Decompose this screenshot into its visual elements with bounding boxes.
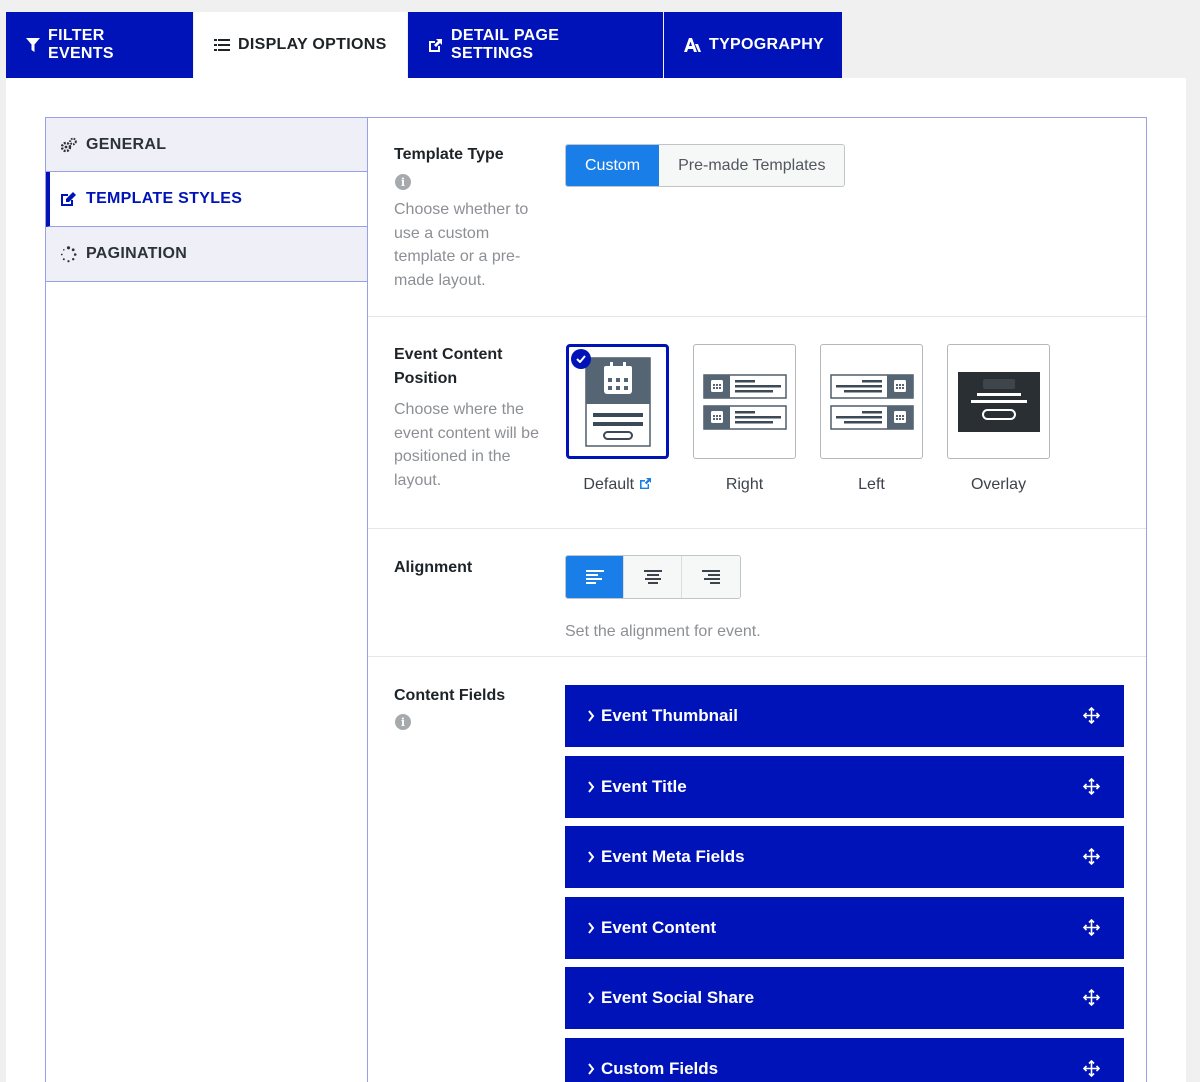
- tab-label: DETAIL PAGE SETTINGS: [451, 27, 560, 62]
- check-icon: [571, 349, 591, 369]
- tab-label: DISPLAY OPTIONS: [238, 36, 387, 53]
- tab-typography[interactable]: TYPOGRAPHY: [664, 12, 842, 78]
- move-icon[interactable]: [1082, 777, 1101, 800]
- info-icon[interactable]: i: [395, 714, 411, 730]
- template-type-description: Choose whether to use a custom template …: [394, 201, 529, 289]
- move-icon[interactable]: [1082, 988, 1101, 1011]
- position-left-preview[interactable]: [820, 344, 923, 459]
- content-position-row: Event Content Position Choose where the …: [368, 317, 1146, 529]
- tab-display-options[interactable]: DISPLAY OPTIONS: [194, 12, 407, 78]
- align-left-icon: [585, 570, 604, 584]
- subnav-item-general[interactable]: GENERAL: [46, 117, 368, 172]
- field-label: Event Social Share: [601, 988, 755, 1007]
- subnav-label: PAGINATION: [86, 245, 188, 262]
- align-center-button[interactable]: [624, 556, 682, 598]
- template-type-custom-button[interactable]: Custom: [566, 145, 660, 186]
- position-right-preview[interactable]: [693, 344, 796, 459]
- layout-overlay-icon: [957, 371, 1040, 432]
- edit-icon: [60, 191, 78, 207]
- field-event-meta-fields[interactable]: Event Meta Fields: [565, 826, 1124, 888]
- align-center-icon: [643, 570, 662, 584]
- gears-icon: [60, 137, 78, 153]
- chevron-right-icon: [587, 922, 595, 934]
- position-option-default[interactable]: Default: [566, 344, 669, 495]
- alignment-label: Alignment: [394, 559, 473, 576]
- layout-default-icon: [584, 356, 651, 447]
- subnav-item-pagination[interactable]: PAGINATION: [46, 227, 368, 282]
- chevron-right-icon: [587, 992, 595, 1004]
- top-tabs: FILTER EVENTS DISPLAY OPTIONS DETAIL PAG…: [6, 12, 843, 78]
- position-default-preview[interactable]: [566, 344, 669, 459]
- align-right-icon: [702, 570, 720, 584]
- alignment-toggle: [565, 555, 741, 599]
- subnav-label: GENERAL: [86, 135, 167, 153]
- template-type-label: Template Type: [394, 146, 504, 163]
- subnav-item-template-styles[interactable]: TEMPLATE STYLES: [46, 172, 368, 227]
- position-label: Left: [858, 476, 885, 493]
- field-label: Event Thumbnail: [601, 706, 738, 725]
- typography-icon: [684, 38, 701, 52]
- position-option-left[interactable]: Left: [820, 344, 923, 494]
- spinner-icon: [60, 245, 78, 263]
- template-type-toggle: Custom Pre-made Templates: [565, 144, 846, 187]
- field-label: Custom Fields: [601, 1059, 719, 1078]
- move-icon[interactable]: [1082, 918, 1101, 941]
- tab-label: FILTER EVENTS: [48, 27, 114, 62]
- content-fields-label: Content Fields: [394, 687, 506, 704]
- sub-navigation: GENERAL TEMPLATE STYLES PAGINATION: [45, 117, 368, 1082]
- tab-label: TYPOGRAPHY: [709, 36, 825, 53]
- position-overlay-preview[interactable]: [947, 344, 1050, 459]
- external-link-icon[interactable]: [639, 477, 652, 495]
- content-position-description: Choose where the event content will be p…: [394, 401, 539, 489]
- chevron-right-icon: [587, 851, 595, 863]
- tab-filter-events[interactable]: FILTER EVENTS: [6, 12, 193, 78]
- filter-icon: [26, 38, 40, 52]
- move-icon[interactable]: [1082, 1059, 1101, 1082]
- field-event-content[interactable]: Event Content: [565, 897, 1124, 959]
- alignment-row: Alignment Set the alignment for event.: [368, 529, 1146, 657]
- position-label: Overlay: [970, 476, 1027, 493]
- field-label: Event Content: [601, 918, 717, 937]
- field-event-title[interactable]: Event Title: [565, 756, 1124, 818]
- field-custom-fields[interactable]: Custom Fields: [565, 1038, 1124, 1082]
- field-event-social-share[interactable]: Event Social Share: [565, 967, 1124, 1029]
- chevron-right-icon: [587, 1063, 595, 1075]
- move-icon[interactable]: [1082, 847, 1101, 870]
- position-label: Right: [725, 476, 764, 493]
- chevron-right-icon: [587, 781, 595, 793]
- chevron-right-icon: [587, 710, 595, 722]
- position-label: Default: [566, 476, 669, 495]
- template-type-row: Template Type i Choose whether to use a …: [368, 118, 1146, 317]
- alignment-description: Set the alignment for event.: [565, 623, 761, 640]
- field-label: Event Title: [601, 777, 687, 796]
- layout-left-icon: [829, 373, 914, 430]
- field-label: Event Meta Fields: [601, 847, 745, 866]
- align-right-button[interactable]: [682, 556, 740, 598]
- layout-right-icon: [702, 373, 787, 430]
- field-event-thumbnail[interactable]: Event Thumbnail: [565, 685, 1124, 747]
- content-position-label: Event Content Position: [394, 346, 503, 387]
- move-icon[interactable]: [1082, 706, 1101, 729]
- content-fields-row: Content Fields i Event Thumbnail Event T…: [368, 657, 1146, 1082]
- tab-detail-page-settings[interactable]: DETAIL PAGE SETTINGS: [408, 12, 663, 78]
- content-area: Template Type i Choose whether to use a …: [367, 117, 1147, 1082]
- settings-panel: GENERAL TEMPLATE STYLES PAGINATION Templ…: [6, 78, 1186, 1082]
- align-left-button[interactable]: [566, 556, 624, 598]
- template-type-premade-button[interactable]: Pre-made Templates: [659, 145, 845, 186]
- info-icon[interactable]: i: [395, 174, 411, 190]
- subnav-label: TEMPLATE STYLES: [86, 190, 243, 207]
- position-option-right[interactable]: Right: [693, 344, 796, 494]
- external-link-icon: [428, 38, 443, 53]
- position-option-overlay[interactable]: Overlay: [947, 344, 1050, 494]
- list-icon: [214, 38, 230, 52]
